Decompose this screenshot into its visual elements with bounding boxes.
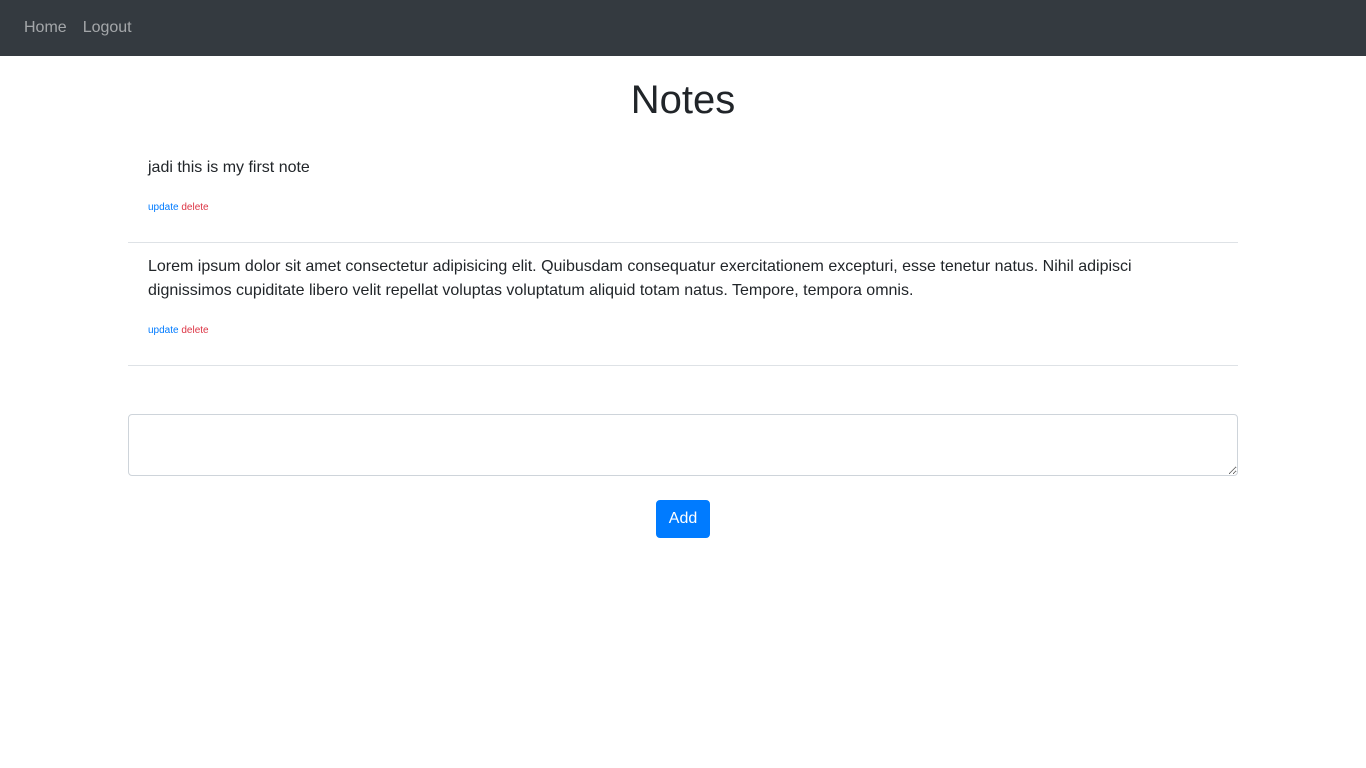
nav-home-link[interactable]: Home	[24, 19, 67, 37]
delete-link[interactable]: delete	[181, 202, 208, 213]
add-button[interactable]: Add	[655, 500, 711, 538]
note-actions: update delete	[148, 202, 1218, 214]
note-text: Lorem ipsum dolor sit amet consectetur a…	[148, 258, 1132, 299]
add-note-form: Add	[128, 414, 1238, 538]
note-text: jadi this is my first note	[148, 159, 310, 176]
navbar: Home Logout	[0, 0, 1366, 56]
page-title: Notes	[630, 78, 736, 122]
nav-logout-link[interactable]: Logout	[83, 19, 132, 37]
button-row: Add	[128, 500, 1238, 538]
note-item: Lorem ipsum dolor sit amet consectetur a…	[128, 243, 1238, 366]
delete-link[interactable]: delete	[181, 325, 208, 336]
update-link[interactable]: update	[148, 202, 179, 213]
note-item: jadi this is my first note update delete	[128, 144, 1238, 243]
note-actions: update delete	[148, 325, 1218, 337]
note-list: jadi this is my first note update delete…	[128, 144, 1238, 366]
main-content: Notes jadi this is my first note update …	[128, 56, 1238, 538]
update-link[interactable]: update	[148, 325, 179, 336]
note-textarea[interactable]	[128, 414, 1238, 476]
